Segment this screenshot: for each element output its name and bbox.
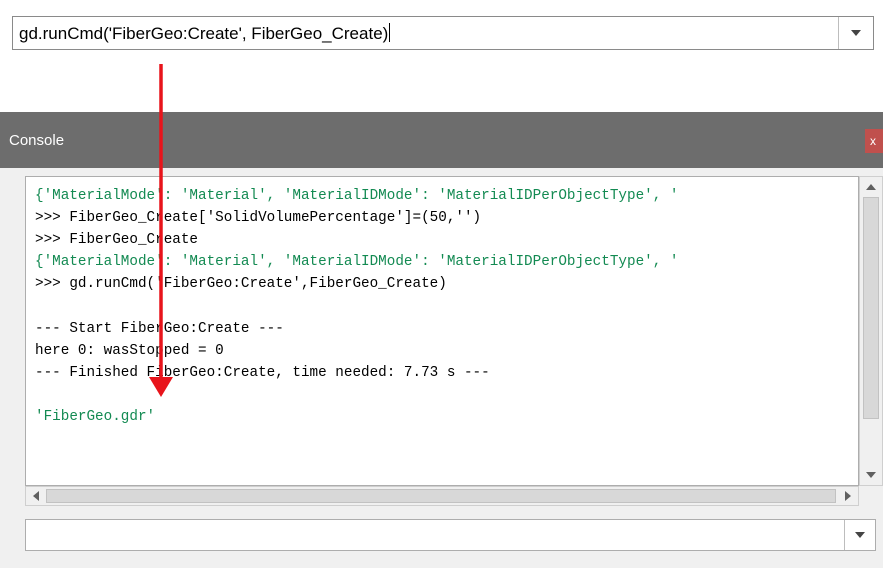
vertical-scrollbar[interactable] <box>859 176 883 486</box>
vertical-scroll-thumb[interactable] <box>863 197 879 419</box>
console-titlebar[interactable]: Console x <box>0 112 883 168</box>
console-line: >>> FiberGeo_Create['SolidVolumePercenta… <box>35 210 482 227</box>
console-input-dropdown-button[interactable] <box>845 520 875 550</box>
console-line: 'FiberGeo.gdr' <box>35 408 156 425</box>
console-output-lines: {'MaterialMode': 'Material', 'MaterialID… <box>35 185 678 428</box>
scroll-up-icon <box>866 184 876 190</box>
command-input[interactable]: gd.runCmd('FiberGeo:Create', FiberGeo_Cr… <box>19 23 391 44</box>
console-output[interactable]: {'MaterialMode': 'Material', 'MaterialID… <box>25 176 859 486</box>
console-line: >>> FiberGeo_Create <box>35 232 199 249</box>
console-input-combobox[interactable] <box>25 519 876 551</box>
console-line: {'MaterialMode': 'Material', 'MaterialID… <box>35 188 679 204</box>
console-window: Console x {'MaterialMode': 'Material', '… <box>0 112 883 568</box>
console-line: {'MaterialMode': 'Material', 'MaterialID… <box>35 254 679 271</box>
horizontal-scroll-thumb[interactable] <box>46 489 836 503</box>
close-button[interactable]: x <box>865 129 883 153</box>
scrollbar-corner <box>859 486 883 506</box>
horizontal-scrollbar[interactable] <box>25 486 859 506</box>
scroll-down-button[interactable] <box>860 466 882 484</box>
scroll-right-icon <box>845 491 851 501</box>
chevron-down-icon <box>851 30 861 36</box>
console-line: --- Finished FiberGeo:Create, time neede… <box>35 364 490 381</box>
command-dropdown-button[interactable] <box>839 17 873 49</box>
scroll-up-button[interactable] <box>860 178 882 196</box>
command-combobox[interactable]: gd.runCmd('FiberGeo:Create', FiberGeo_Cr… <box>12 16 874 50</box>
console-line: here 0: wasStopped = 0 <box>35 342 224 359</box>
scroll-left-icon <box>33 491 39 501</box>
text-cursor <box>389 23 391 42</box>
scroll-right-button[interactable] <box>839 487 857 505</box>
scroll-down-icon <box>866 472 876 478</box>
chevron-down-icon <box>855 532 865 538</box>
console-line: --- Start FiberGeo:Create --- <box>35 320 284 337</box>
console-title: Console <box>9 132 65 149</box>
console-line: >>> gd.runCmd('FiberGeo:Create',FiberGeo… <box>35 276 447 293</box>
scroll-left-button[interactable] <box>27 487 45 505</box>
